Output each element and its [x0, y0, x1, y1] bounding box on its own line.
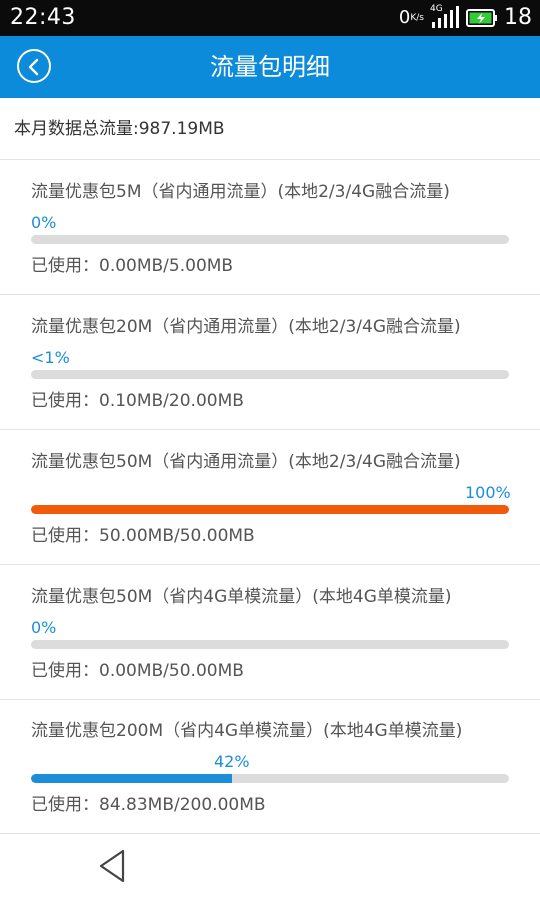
header: 流量包明细	[0, 36, 540, 98]
package-name: 流量优惠包20M（省内通用流量）(本地2/3/4G融合流量)	[31, 317, 461, 337]
progress-fill	[31, 774, 232, 783]
package-usage: 已使用：0.00MB/50.00MB	[31, 659, 244, 683]
status-indicators: 0K/s 4G 18	[399, 3, 532, 33]
navigation-bar	[0, 834, 540, 900]
page-title: 流量包明细	[210, 53, 330, 81]
package-percent: 100%	[465, 483, 511, 502]
package-item[interactable]: 流量优惠包50M（省内通用流量）(本地2/3/4G融合流量) 100% 已使用：…	[0, 430, 540, 565]
back-icon	[28, 58, 39, 76]
package-percent: 0%	[31, 618, 57, 637]
package-percent: 42%	[214, 752, 250, 771]
package-percent: 0%	[31, 213, 57, 232]
battery-icon	[466, 9, 497, 27]
package-name: 流量优惠包50M（省内4G单模流量）(本地4G单模流量)	[31, 587, 452, 607]
usage-value: 0.00MB/50.00MB	[99, 661, 244, 681]
status-bar: 22:43 0K/s 4G 18	[0, 0, 540, 36]
package-item[interactable]: 流量优惠包200M（省内4G单模流量）(本地4G单模流量) 42% 已使用：84…	[0, 699, 540, 834]
usage-label: 已使用：	[31, 256, 99, 276]
nav-back-icon[interactable]	[97, 848, 127, 884]
package-item[interactable]: 流量优惠包5M（省内通用流量）(本地2/3/4G融合流量) 0% 已使用：0.0…	[0, 160, 540, 295]
package-percent: <1%	[31, 348, 70, 367]
usage-value: 50.00MB/50.00MB	[99, 526, 255, 546]
usage-value: 0.00MB/5.00MB	[99, 256, 234, 276]
package-usage: 已使用：0.10MB/20.00MB	[31, 389, 244, 413]
total-usage: 本月数据总流量:987.19MB	[14, 98, 225, 160]
package-item[interactable]: 流量优惠包50M（省内4G单模流量）(本地4G单模流量) 0% 已使用：0.00…	[0, 565, 540, 700]
total-usage-row: 本月数据总流量:987.19MB	[0, 98, 540, 160]
usage-label: 已使用：	[31, 391, 99, 411]
net-speed: 0K/s	[399, 3, 424, 33]
battery-level: 18	[504, 5, 532, 30]
progress-track	[31, 505, 509, 514]
usage-value: 84.83MB/200.00MB	[99, 795, 266, 815]
package-usage: 已使用：0.00MB/5.00MB	[31, 254, 233, 278]
usage-label: 已使用：	[31, 526, 99, 546]
package-name: 流量优惠包50M（省内通用流量）(本地2/3/4G融合流量)	[31, 452, 461, 472]
usage-value: 0.10MB/20.00MB	[99, 391, 244, 411]
usage-label: 已使用：	[31, 661, 99, 681]
usage-label: 已使用：	[31, 795, 99, 815]
progress-fill	[31, 505, 509, 514]
progress-track	[31, 640, 509, 649]
progress-track	[31, 235, 509, 244]
total-usage-label: 本月数据总流量:	[14, 119, 139, 139]
package-name: 流量优惠包200M（省内4G单模流量）(本地4G单模流量)	[31, 721, 463, 741]
network-type: 4G	[430, 4, 443, 14]
net-speed-value: 0	[398, 7, 411, 28]
back-button[interactable]	[17, 49, 51, 83]
net-speed-unit: K/s	[410, 13, 424, 23]
status-time: 22:43	[10, 5, 76, 30]
package-usage: 已使用：50.00MB/50.00MB	[31, 524, 255, 548]
progress-track	[31, 774, 509, 783]
package-item[interactable]: 流量优惠包20M（省内通用流量）(本地2/3/4G融合流量) <1% 已使用：0…	[0, 295, 540, 430]
package-usage: 已使用：84.83MB/200.00MB	[31, 793, 266, 817]
progress-track	[31, 370, 509, 379]
signal-icon: 4G	[430, 4, 460, 30]
package-name: 流量优惠包5M（省内通用流量）(本地2/3/4G融合流量)	[31, 182, 450, 202]
total-usage-value: 987.19MB	[138, 119, 225, 139]
